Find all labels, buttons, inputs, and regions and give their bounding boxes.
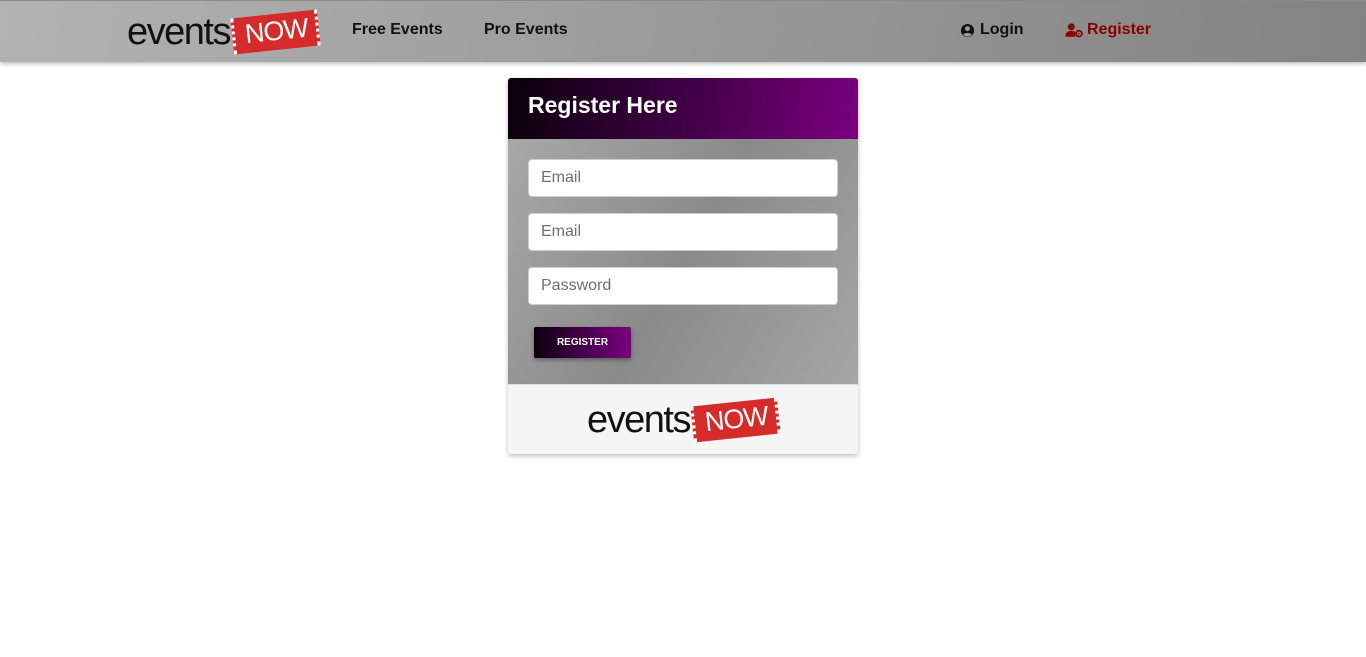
nav-register-label: Register (1087, 21, 1152, 38)
nav-free-events[interactable]: Free Events (352, 21, 443, 39)
nav-pro-events[interactable]: Pro Events (484, 21, 568, 39)
user-circle-icon (958, 22, 976, 38)
email-field[interactable] (528, 159, 838, 197)
brand-logo-badge: NOW (230, 9, 321, 55)
register-card: Register Here REGISTER events NOW (508, 78, 858, 454)
footer-logo-text: events (587, 398, 691, 441)
brand-logo[interactable]: events NOW (127, 9, 321, 55)
footer-logo-badge: NOW (690, 397, 781, 442)
register-form: REGISTER (508, 139, 858, 384)
password-field[interactable] (528, 267, 838, 305)
brand-logo-text: events (127, 11, 231, 53)
register-title: Register Here (528, 92, 678, 118)
register-card-footer: events NOW (508, 384, 858, 454)
nav-login-label: Login (980, 21, 1024, 38)
top-navbar: events NOW Free Events Pro Events Login … (0, 0, 1366, 62)
register-button[interactable]: REGISTER (534, 327, 631, 358)
nav-register[interactable]: Register (1065, 21, 1151, 39)
user-cog-icon (1065, 22, 1083, 38)
register-card-header: Register Here (508, 78, 858, 139)
nav-login[interactable]: Login (958, 21, 1024, 39)
email-confirm-field[interactable] (528, 213, 838, 251)
